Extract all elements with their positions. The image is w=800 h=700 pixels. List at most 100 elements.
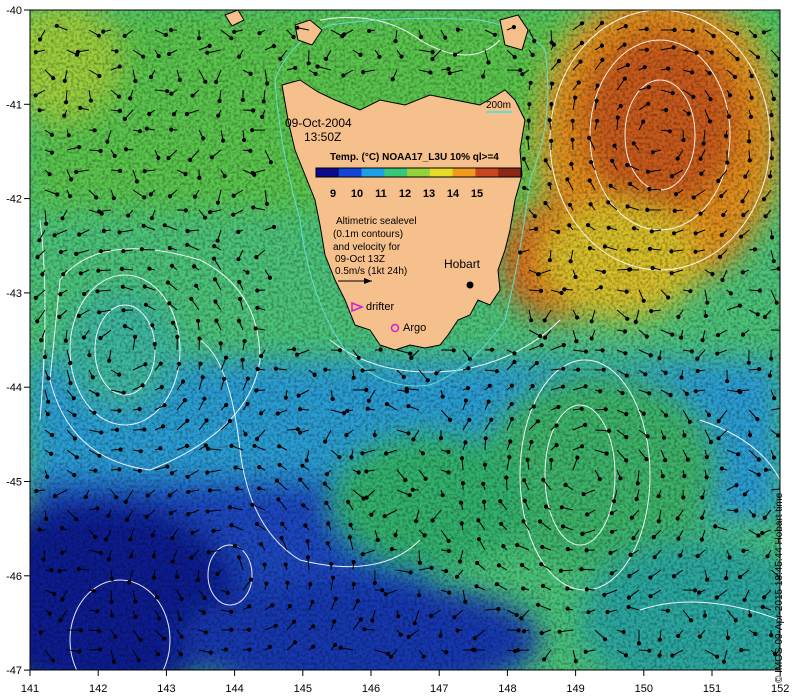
velocity-arrow-head — [452, 615, 457, 620]
velocity-arrow-head — [708, 97, 713, 102]
velocity-arrow-head — [475, 560, 480, 566]
velocity-arrow-head — [144, 126, 149, 131]
velocity-arrow-head — [369, 512, 374, 517]
velocity-arrow-head — [615, 115, 620, 120]
velocity-arrow-head — [454, 574, 460, 579]
velocity-arrow-head — [670, 653, 675, 658]
velocity-arrow-head — [245, 401, 250, 406]
velocity-arrow-head — [71, 396, 76, 401]
velocity-arrow-head — [681, 137, 686, 143]
velocity-arrow-head — [557, 629, 562, 634]
velocity-arrow-head — [713, 524, 718, 529]
velocity-arrow-head — [133, 614, 138, 620]
velocity-arrow-head — [642, 65, 647, 70]
velocity-arrow-head — [222, 376, 227, 381]
velocity-arrow-head — [361, 70, 366, 75]
velocity-arrow-head — [562, 287, 567, 292]
velocity-arrow-head — [194, 283, 199, 288]
velocity-arrow-head — [375, 537, 380, 543]
velocity-arrow-head — [137, 468, 142, 473]
velocity-arrow-head — [49, 132, 55, 137]
velocity-arrow-head — [767, 373, 773, 378]
velocity-arrow-head — [157, 616, 162, 621]
velocity-arrow-head — [72, 473, 77, 478]
velocity-arrow-head — [406, 634, 411, 640]
legend-line-4: 09-Oct 13Z — [335, 254, 385, 265]
velocity-arrow-head — [580, 21, 585, 26]
velocity-arrow-head — [98, 148, 103, 153]
velocity-arrow-head — [323, 367, 328, 372]
velocity-arrow-head — [205, 509, 210, 514]
velocity-arrow-head — [626, 604, 631, 610]
velocity-arrow-head — [188, 157, 193, 163]
velocity-arrow-head — [521, 519, 526, 524]
velocity-arrow-head — [573, 274, 578, 280]
legend-line-1: Altimetric sealevel — [336, 216, 417, 227]
velocity-arrow-head — [207, 210, 213, 215]
velocity-arrow-head — [599, 43, 605, 48]
velocity-arrow-head — [760, 531, 765, 536]
velocity-arrow-head — [107, 358, 112, 363]
velocity-arrow-head — [618, 103, 623, 109]
velocity-arrow-head — [231, 193, 236, 198]
velocity-arrow-head — [661, 435, 667, 440]
velocity-arrow-head — [360, 552, 365, 557]
velocity-arrow-head — [560, 384, 566, 389]
velocity-arrow-head — [207, 43, 212, 49]
velocity-arrow-head — [761, 197, 767, 202]
velocity-arrow-head — [37, 238, 42, 243]
velocity-arrow-head — [295, 427, 300, 432]
velocity-arrow-head — [706, 413, 712, 418]
velocity-arrow-head — [709, 50, 714, 55]
velocity-arrow-head — [155, 595, 160, 600]
colorbar-tick-label: 9 — [330, 188, 336, 200]
velocity-arrow-head — [147, 111, 152, 117]
velocity-arrow-head — [255, 305, 260, 310]
velocity-arrow-head — [264, 581, 269, 586]
velocity-arrow-head — [664, 107, 669, 113]
velocity-arrow-head — [446, 66, 451, 72]
velocity-arrow-head — [57, 314, 62, 319]
velocity-arrow-head — [628, 181, 633, 187]
velocity-arrow-head — [693, 231, 698, 236]
velocity-arrow-head — [167, 194, 173, 199]
velocity-arrow-head — [212, 256, 217, 261]
velocity-arrow-head — [121, 308, 126, 313]
velocity-arrow-head — [117, 372, 122, 377]
velocity-arrow-head — [645, 207, 650, 212]
velocity-arrow-head — [567, 202, 573, 207]
velocity-arrow-head — [163, 32, 169, 38]
velocity-arrow-head — [150, 533, 155, 538]
velocity-arrow-head — [595, 83, 600, 88]
velocity-arrow-head — [701, 141, 706, 146]
velocity-arrow-head — [197, 175, 202, 180]
velocity-arrow-head — [429, 613, 434, 619]
velocity-arrow-head — [699, 171, 704, 176]
velocity-arrow-head — [689, 349, 694, 354]
velocity-arrow-head — [185, 242, 190, 247]
velocity-arrow-head — [137, 407, 142, 412]
velocity-arrow-head — [496, 563, 501, 568]
velocity-arrow-head — [117, 168, 123, 173]
velocity-arrow-head — [681, 495, 686, 500]
velocity-arrow-head — [83, 494, 89, 500]
velocity-arrow-head — [627, 573, 632, 579]
velocity-arrow-head — [734, 508, 739, 513]
velocity-arrow-head — [700, 495, 705, 500]
velocity-arrow-head — [298, 407, 303, 412]
velocity-arrow-head — [165, 89, 170, 94]
velocity-arrow-head — [714, 595, 719, 600]
velocity-arrow-head — [624, 412, 629, 417]
velocity-arrow-head — [97, 310, 102, 315]
velocity-arrow-head — [205, 50, 210, 55]
velocity-arrow-head — [440, 394, 445, 399]
velocity-arrow-head — [182, 398, 187, 403]
velocity-arrow-head — [716, 436, 721, 441]
velocity-arrow-head — [270, 603, 275, 608]
velocity-arrow-head — [134, 179, 139, 184]
x-tick-label: 141 — [21, 683, 39, 695]
velocity-arrow-head — [558, 568, 564, 573]
velocity-arrow-head — [197, 336, 202, 341]
velocity-arrow-head — [573, 659, 578, 664]
velocity-arrow-head — [688, 289, 693, 294]
